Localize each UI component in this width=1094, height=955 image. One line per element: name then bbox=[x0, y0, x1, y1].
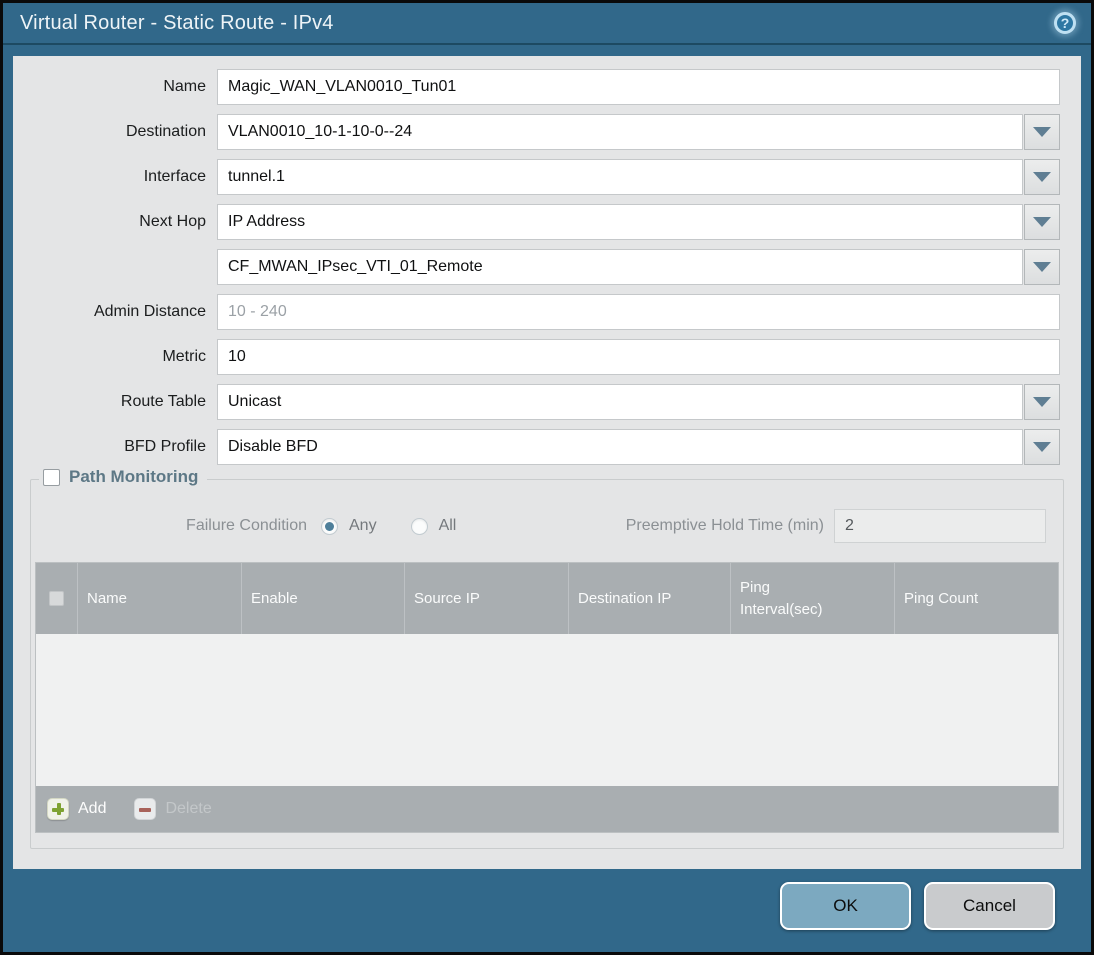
destination-input[interactable] bbox=[217, 114, 1023, 150]
table-header-destination-ip[interactable]: Destination IP bbox=[569, 563, 731, 634]
interface-dropdown-button[interactable] bbox=[1024, 159, 1060, 195]
admin-distance-input[interactable] bbox=[217, 294, 1060, 330]
destination-label: Destination bbox=[125, 123, 206, 140]
failure-condition-all-label: All bbox=[438, 517, 457, 534]
metric-field-wrap bbox=[217, 339, 1060, 375]
column-label-enable: Enable bbox=[251, 590, 298, 607]
next-hop-address-dropdown-button[interactable] bbox=[1024, 249, 1060, 285]
metric-label: Metric bbox=[162, 348, 206, 365]
next-hop-label: Next Hop bbox=[139, 213, 206, 230]
table-body-empty bbox=[36, 634, 1058, 786]
column-label-ping-interval: Ping Interval(sec) bbox=[740, 578, 823, 618]
failure-condition-all-radio[interactable] bbox=[410, 517, 428, 535]
form-row-route-table: Route Table bbox=[13, 384, 1060, 420]
form-row-destination: Destination bbox=[13, 114, 1060, 150]
chevron-down-icon bbox=[1033, 397, 1051, 407]
route-table-input[interactable] bbox=[217, 384, 1023, 420]
table-toolbar: Add Delete bbox=[36, 786, 1058, 832]
select-all-checkbox[interactable] bbox=[49, 591, 64, 606]
add-button[interactable]: Add bbox=[47, 798, 106, 820]
table-header-name[interactable]: Name bbox=[78, 563, 242, 634]
plus-icon bbox=[47, 798, 69, 820]
chevron-down-icon bbox=[1033, 172, 1051, 182]
failure-condition-any-label: Any bbox=[349, 517, 377, 534]
table-header-enable[interactable]: Enable bbox=[242, 563, 405, 634]
page-title: Virtual Router - Static Route - IPv4 bbox=[20, 11, 334, 34]
destination-field-wrap bbox=[217, 114, 1060, 150]
table-header-ping-count[interactable]: Ping Count bbox=[895, 563, 1058, 634]
dialog-window: Virtual Router - Static Route - IPv4 ? N… bbox=[3, 3, 1091, 952]
table-header-row: Name Enable Source IP Destination IP Pin… bbox=[36, 563, 1058, 634]
next-hop-address-field-wrap bbox=[217, 249, 1060, 285]
form-row-interface: Interface bbox=[13, 159, 1060, 195]
form-row-bfd-profile: BFD Profile bbox=[13, 429, 1060, 465]
form-row-metric: Metric bbox=[13, 339, 1060, 375]
failure-condition-label: Failure Condition bbox=[186, 517, 307, 534]
preemptive-hold-time-label: Preemptive Hold Time (min) bbox=[625, 517, 824, 534]
path-monitoring-checkbox[interactable] bbox=[43, 468, 60, 486]
interface-field-wrap bbox=[217, 159, 1060, 195]
failure-condition-row: Failure Condition Any All Preemptive Hol… bbox=[35, 508, 1059, 544]
next-hop-field-wrap bbox=[217, 204, 1060, 240]
name-input[interactable] bbox=[217, 69, 1060, 105]
minus-icon bbox=[134, 798, 157, 820]
path-monitoring-section: Path Monitoring Failure Condition Any Al… bbox=[30, 467, 1064, 849]
failure-condition-any-radio[interactable] bbox=[321, 517, 338, 535]
next-hop-address-input[interactable] bbox=[217, 249, 1023, 285]
title-bar: Virtual Router - Static Route - IPv4 ? bbox=[3, 3, 1091, 45]
route-table-dropdown-button[interactable] bbox=[1024, 384, 1060, 420]
form-row-next-hop: Next Hop bbox=[13, 204, 1060, 240]
column-label-ping-count: Ping Count bbox=[904, 590, 979, 607]
form-row-admin-distance: Admin Distance bbox=[13, 294, 1060, 330]
destination-dropdown-button[interactable] bbox=[1024, 114, 1060, 150]
next-hop-dropdown-button[interactable] bbox=[1024, 204, 1060, 240]
metric-input[interactable] bbox=[217, 339, 1060, 375]
name-label: Name bbox=[163, 78, 206, 95]
preemptive-hold-time-input bbox=[834, 509, 1046, 543]
column-label-destination-ip: Destination IP bbox=[578, 590, 672, 607]
admin-distance-label: Admin Distance bbox=[93, 303, 206, 320]
dialog-footer: OK Cancel bbox=[6, 863, 1088, 949]
path-monitoring-legend: Path Monitoring bbox=[39, 467, 208, 487]
bfd-profile-label: BFD Profile bbox=[124, 438, 206, 455]
column-label-name: Name bbox=[87, 590, 128, 607]
add-button-label: Add bbox=[78, 800, 107, 817]
path-monitoring-title: Path Monitoring bbox=[69, 467, 199, 486]
table-header-source-ip[interactable]: Source IP bbox=[405, 563, 569, 634]
bfd-profile-field-wrap bbox=[217, 429, 1060, 465]
ok-button[interactable]: OK bbox=[780, 882, 911, 930]
form-row-name: Name bbox=[13, 69, 1060, 105]
interface-label: Interface bbox=[143, 168, 206, 185]
help-icon[interactable]: ? bbox=[1054, 12, 1076, 34]
preemptive-hold-time-group: Preemptive Hold Time (min) bbox=[626, 509, 1059, 543]
cancel-button[interactable]: Cancel bbox=[924, 882, 1055, 930]
path-monitoring-table: Name Enable Source IP Destination IP Pin… bbox=[35, 562, 1059, 833]
table-header-select-all bbox=[36, 563, 78, 634]
chevron-down-icon bbox=[1033, 217, 1051, 227]
chevron-down-icon bbox=[1033, 127, 1051, 137]
bfd-profile-dropdown-button[interactable] bbox=[1024, 429, 1060, 465]
dialog-body: Name Destination Interface Next Hop bbox=[13, 56, 1081, 869]
route-table-label: Route Table bbox=[120, 393, 206, 410]
table-header-ping-interval[interactable]: Ping Interval(sec) bbox=[731, 563, 895, 634]
delete-button-label: Delete bbox=[165, 800, 212, 817]
bfd-profile-input[interactable] bbox=[217, 429, 1023, 465]
route-table-field-wrap bbox=[217, 384, 1060, 420]
next-hop-type-input[interactable] bbox=[217, 204, 1023, 240]
admin-distance-field-wrap bbox=[217, 294, 1060, 330]
chevron-down-icon bbox=[1033, 262, 1051, 272]
name-field-wrap bbox=[217, 69, 1060, 105]
interface-input[interactable] bbox=[217, 159, 1023, 195]
form-row-next-hop-address bbox=[13, 249, 1060, 285]
delete-button: Delete bbox=[134, 798, 212, 820]
chevron-down-icon bbox=[1033, 442, 1051, 452]
column-label-source-ip: Source IP bbox=[414, 590, 480, 607]
